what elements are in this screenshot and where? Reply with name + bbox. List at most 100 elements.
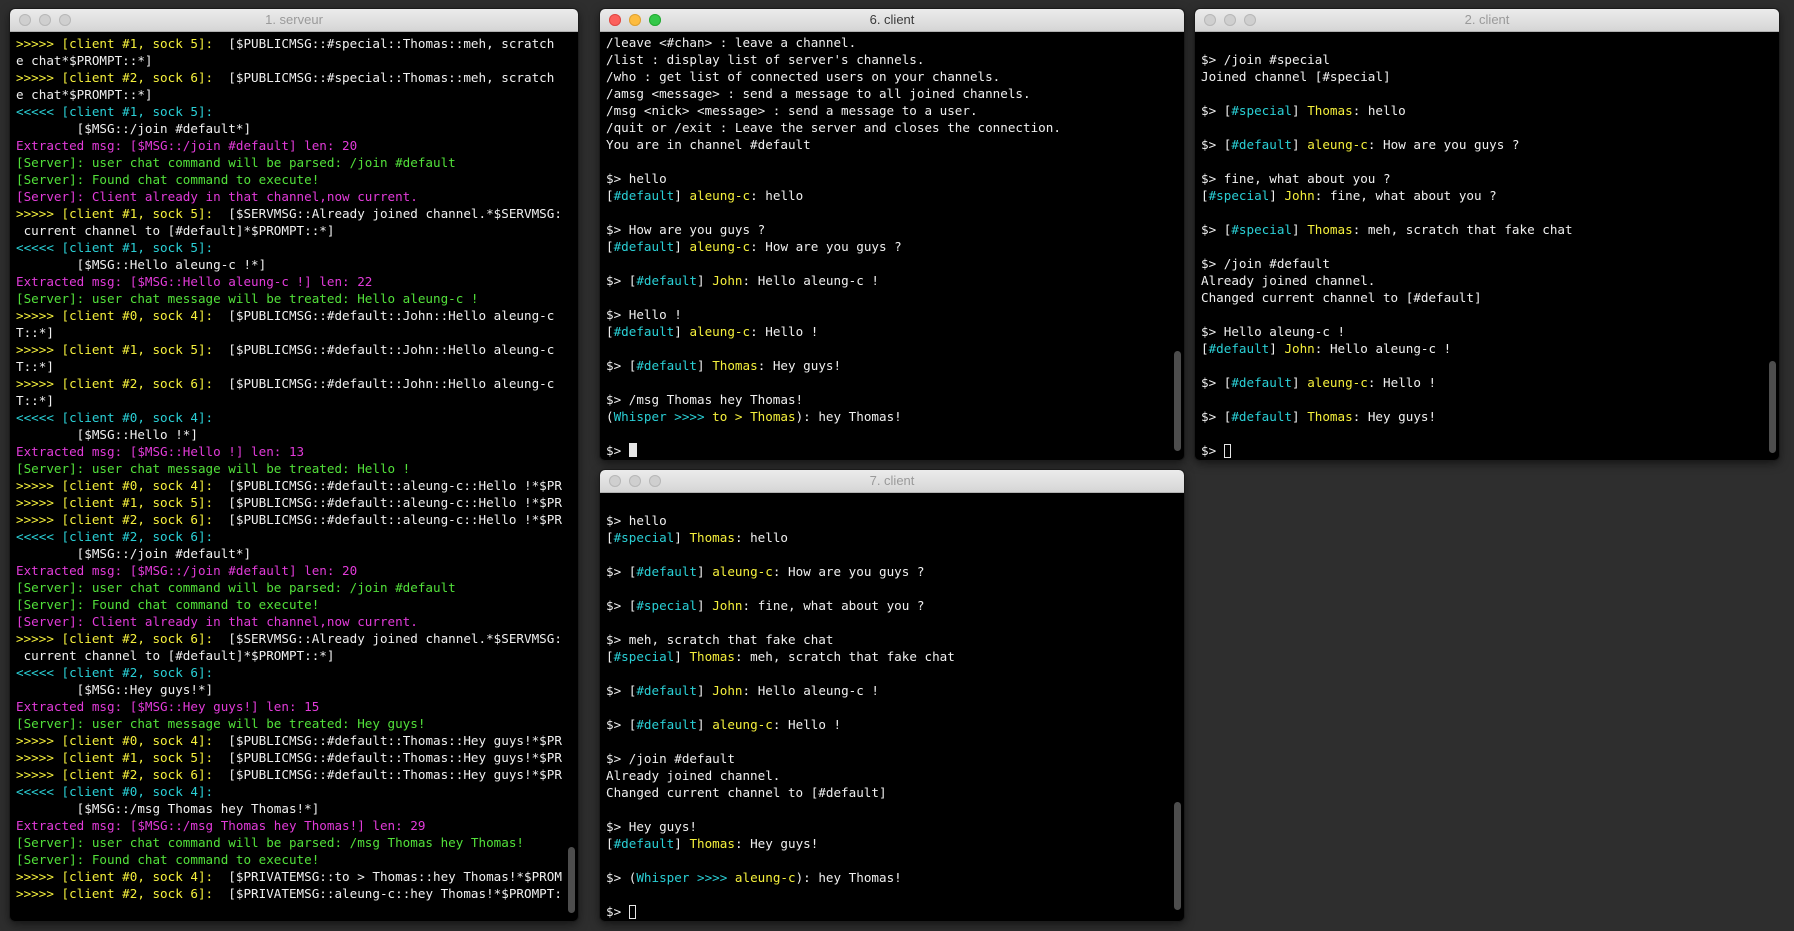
terminal-text: ]	[674, 324, 690, 339]
terminal-text: /amsg <message> : send a message to all …	[606, 86, 1031, 101]
terminal-text: Thomas	[1307, 103, 1353, 118]
scrollbar[interactable]	[1769, 361, 1776, 453]
terminal-text: : hello	[1352, 103, 1406, 118]
terminal-output[interactable]: $> hello [#special] Thomas: hello $> [#def…	[606, 495, 1168, 921]
minimize-window-button[interactable]	[1224, 14, 1236, 26]
terminal-line: [Server]: user chat message will be trea…	[16, 290, 562, 307]
zoom-window-button[interactable]	[59, 14, 71, 26]
window-title: 2. client	[1464, 12, 1510, 27]
terminal-window-serveur[interactable]: 1. serveur >>>>> [client #1, sock 5]: [$…	[10, 9, 578, 921]
terminal-text: Extracted msg: [$MSG::/join #default] le…	[16, 563, 358, 578]
close-window-button[interactable]	[19, 14, 31, 26]
terminal-text: [Server]: Client already in that channel…	[16, 614, 418, 629]
terminal-text: : How are you guys ?	[772, 564, 925, 579]
terminal-text: Whisper >>>>	[613, 409, 713, 424]
scrollbar[interactable]	[1174, 802, 1181, 910]
terminal-text: e chat*$PROMPT::*]	[16, 53, 153, 68]
terminal-text: ]	[697, 564, 713, 579]
terminal-text: [Server]: user chat message will be trea…	[16, 461, 411, 476]
window-titlebar[interactable]: 7. client	[600, 470, 1184, 493]
terminal-line: Changed current channel to [#default]	[1201, 289, 1763, 306]
terminal-window-client-7[interactable]: 7. client $> hello [#special] Thomas: hel…	[600, 470, 1184, 921]
close-window-button[interactable]	[609, 14, 621, 26]
terminal-text: /msg <nick> <message> : send a message t…	[606, 103, 978, 118]
terminal-text: [	[606, 649, 614, 664]
window-title: 7. client	[869, 473, 915, 488]
zoom-window-button[interactable]	[649, 475, 661, 487]
terminal-text: John	[712, 273, 743, 288]
terminal-window-client-6[interactable]: 6. client /leave <#chan> : leave a chann…	[600, 9, 1184, 460]
terminal-text: ): hey Thomas!	[795, 870, 902, 885]
terminal-text: >>>>> [client #2, sock 6]:	[16, 886, 214, 901]
terminal-text: $> [	[606, 683, 637, 698]
terminal-text: John	[1284, 341, 1315, 356]
terminal-line: $> meh, scratch that fake chat	[606, 631, 1168, 648]
close-window-button[interactable]	[1204, 14, 1216, 26]
window-titlebar[interactable]: 1. serveur	[10, 9, 578, 32]
terminal-line: [Server]: user chat command will be pars…	[16, 154, 562, 171]
terminal-output[interactable]: /leave <#chan> : leave a channel. /list :…	[606, 34, 1168, 460]
terminal-text: [$MSG::Hey guys!*]	[16, 682, 214, 697]
zoom-window-button[interactable]	[649, 14, 661, 26]
terminal-line: [Server]: Found chat command to execute!	[16, 596, 562, 613]
minimize-window-button[interactable]	[629, 14, 641, 26]
minimize-window-button[interactable]	[629, 475, 641, 487]
terminal-text: $> [	[606, 273, 637, 288]
terminal-line: [$MSG::/join #default*]	[16, 120, 562, 137]
terminal-line: (Whisper >>>> to > Thomas): hey Thomas!	[606, 408, 1168, 425]
terminal-text: #default	[636, 358, 698, 373]
terminal-text: ]	[1292, 137, 1308, 152]
terminal-text: #default	[613, 188, 675, 203]
terminal-text: >>>>> [client #1, sock 5]:	[16, 750, 214, 765]
terminal-text: #special	[613, 649, 675, 664]
terminal-text: #special	[613, 530, 675, 545]
scrollbar[interactable]	[568, 847, 575, 913]
window-titlebar[interactable]: 2. client	[1195, 9, 1779, 32]
zoom-window-button[interactable]	[1244, 14, 1256, 26]
terminal-text: Thomas	[689, 530, 735, 545]
close-window-button[interactable]	[609, 475, 621, 487]
terminal-text: [$PUBLICMSG::#default::Thomas::Hey guys!…	[228, 750, 562, 765]
terminal-line: [#default] aleung-c: How are you guys ?	[606, 238, 1168, 255]
terminal-line: Extracted msg: [$MSG::Hey guys!] len: 15	[16, 698, 562, 715]
terminal-line: $> [#default] aleung-c: Hello !	[1201, 374, 1763, 391]
terminal-text: $> How are you guys ?	[606, 222, 766, 237]
scrollbar[interactable]	[1174, 351, 1181, 451]
terminal-line: $> [#special] Thomas: hello	[1201, 102, 1763, 119]
terminal-line: <<<<< [client #1, sock 5]:	[16, 103, 562, 120]
terminal-text: $>	[606, 443, 629, 458]
terminal-line: T::*]	[16, 392, 562, 409]
terminal-cursor	[628, 443, 637, 457]
terminal-text: : fine, what about you ?	[1314, 188, 1497, 203]
terminal-text: $> meh, scratch that fake chat	[606, 632, 834, 647]
terminal-text: current channel to [#default]*$PROMPT::*…	[16, 223, 335, 238]
terminal-text: $> Hello aleung-c !	[1201, 324, 1346, 339]
terminal-text: [$PUBLICMSG::#default::aleung-c::Hello !…	[228, 478, 562, 493]
terminal-text: [Server]: user chat command will be pars…	[16, 155, 456, 170]
terminal-output[interactable]: $> /join #special Joined channel [#specia…	[1201, 34, 1763, 460]
terminal-text: /leave <#chan> : leave a channel.	[606, 35, 857, 50]
terminal-text: ]	[697, 717, 713, 732]
terminal-text: Joined channel [#special]	[1201, 69, 1391, 84]
terminal-line: Already joined channel.	[606, 767, 1168, 784]
window-title: 1. serveur	[265, 12, 323, 27]
terminal-text: [Server]: Found chat command to execute!	[16, 852, 320, 867]
terminal-text: [$SERVMSG::Already joined channel.*$SERV…	[228, 631, 562, 646]
terminal-text: $> [	[606, 358, 637, 373]
terminal-line: e chat*$PROMPT::*]	[16, 52, 562, 69]
terminal-output[interactable]: >>>>> [client #1, sock 5]: [$PUBLICMSG::…	[16, 35, 562, 921]
minimize-window-button[interactable]	[39, 14, 51, 26]
terminal-window-client-2[interactable]: 2. client $> /join #special Joined channe…	[1195, 9, 1779, 460]
terminal-line: [$MSG::/join #default*]	[16, 545, 562, 562]
terminal-text: [$PUBLICMSG::#default::Thomas::Hey guys!…	[228, 733, 562, 748]
window-titlebar[interactable]: 6. client	[600, 9, 1184, 32]
terminal-text: >>>>> [client #2, sock 6]:	[16, 376, 214, 391]
terminal-text: $> hello	[606, 513, 667, 528]
